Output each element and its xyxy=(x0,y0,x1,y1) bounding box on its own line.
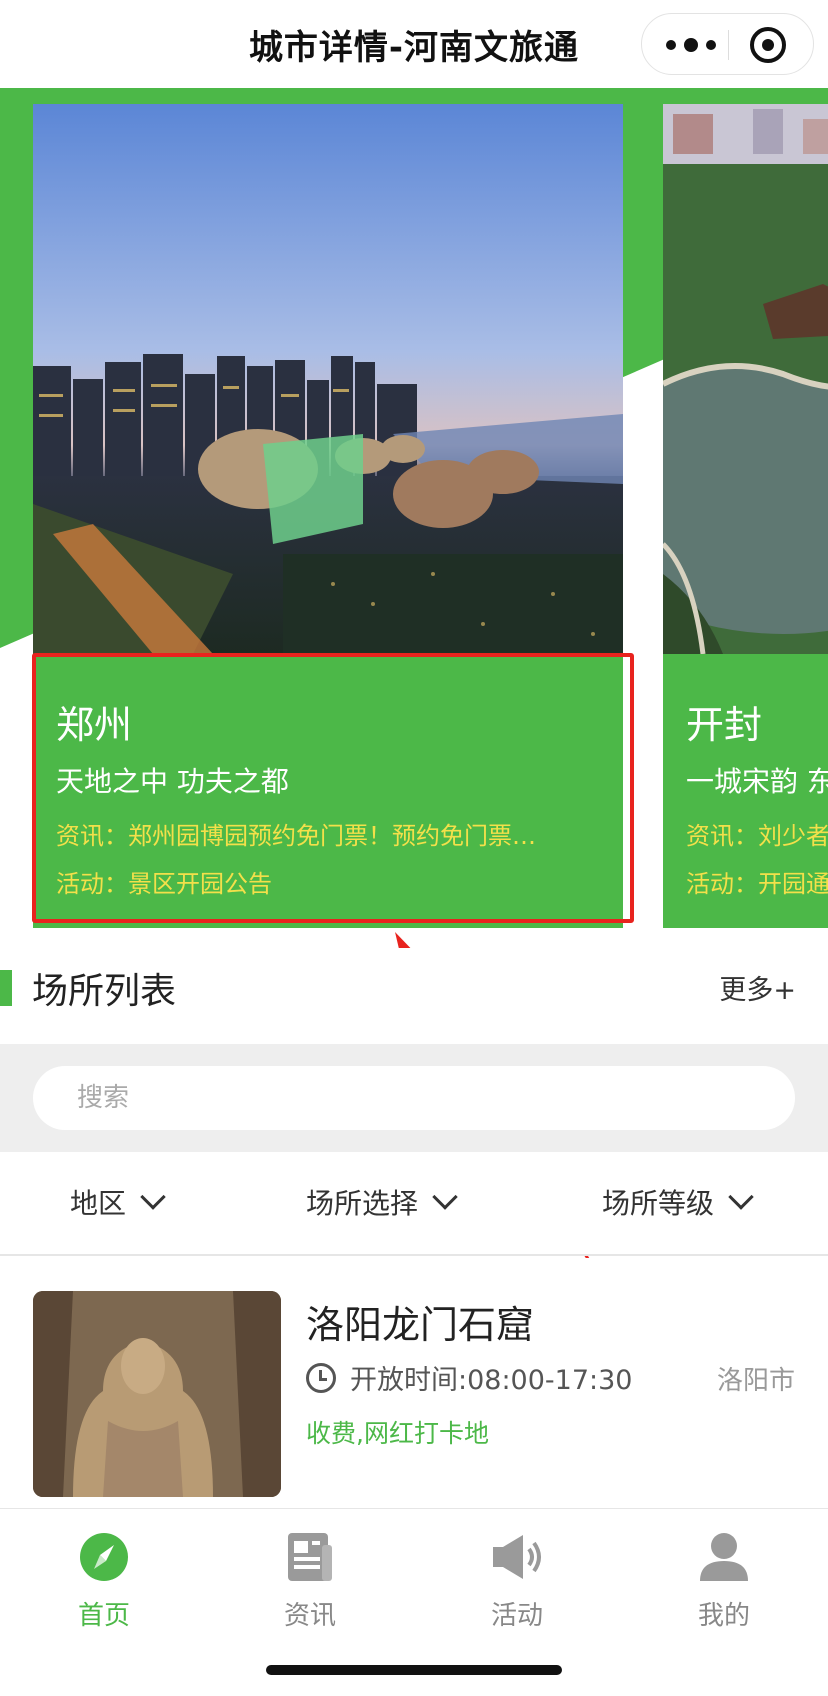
filter-venue-type[interactable]: 场所选择 xyxy=(306,1182,458,1222)
clock-icon xyxy=(306,1362,336,1393)
more-link[interactable]: 更多+ xyxy=(719,968,796,1007)
venue-hours: 开放时间:08:00-17:30 xyxy=(306,1358,632,1397)
search-area xyxy=(0,1044,828,1152)
venue-photo xyxy=(33,1291,281,1497)
venue-city: 洛阳市 xyxy=(716,1366,795,1396)
tab-label: 首页 xyxy=(77,1601,130,1631)
venue-name: 洛阳龙门石窟 xyxy=(306,1303,535,1347)
chevron-down-icon xyxy=(140,1184,166,1210)
section-title: 场所列表 xyxy=(32,971,177,1012)
chevron-down-icon xyxy=(728,1184,754,1210)
venue-hours-text: 开放时间:08:00-17:30 xyxy=(350,1365,633,1396)
filter-venue-level[interactable]: 场所等级 xyxy=(602,1182,754,1222)
news-icon xyxy=(282,1529,338,1585)
filter-label: 场所等级 xyxy=(602,1187,715,1220)
tab-mine[interactable]: 我的 xyxy=(644,1529,804,1632)
filter-label: 地区 xyxy=(70,1187,127,1220)
speaker-icon xyxy=(489,1529,545,1585)
user-icon xyxy=(696,1529,752,1585)
filter-region[interactable]: 地区 xyxy=(70,1182,166,1222)
compass-icon xyxy=(76,1529,132,1585)
venue-list-item[interactable]: 洛阳龙门石窟 开放时间:08:00-17:30 洛阳市 收费,网红打卡地 xyxy=(0,1258,828,1510)
venue-list-header: 场所列表 更多+ xyxy=(0,948,828,1044)
search-box xyxy=(33,1066,795,1130)
search-input[interactable] xyxy=(33,1066,795,1130)
chevron-down-icon xyxy=(432,1184,458,1210)
tab-news[interactable]: 资讯 xyxy=(230,1529,390,1632)
filter-bar: 地区 场所选择 场所等级 xyxy=(0,1152,828,1256)
tab-home[interactable]: 首页 xyxy=(24,1529,184,1632)
tab-label: 我的 xyxy=(697,1601,750,1631)
tab-activity[interactable]: 活动 xyxy=(437,1529,597,1632)
filter-label: 场所选择 xyxy=(306,1187,419,1220)
section-accent-bar xyxy=(0,970,12,1006)
tab-label: 活动 xyxy=(490,1601,543,1631)
venue-tags: 收费,网红打卡地 xyxy=(306,1419,489,1448)
tab-label: 资讯 xyxy=(283,1601,336,1631)
home-indicator xyxy=(266,1665,562,1675)
